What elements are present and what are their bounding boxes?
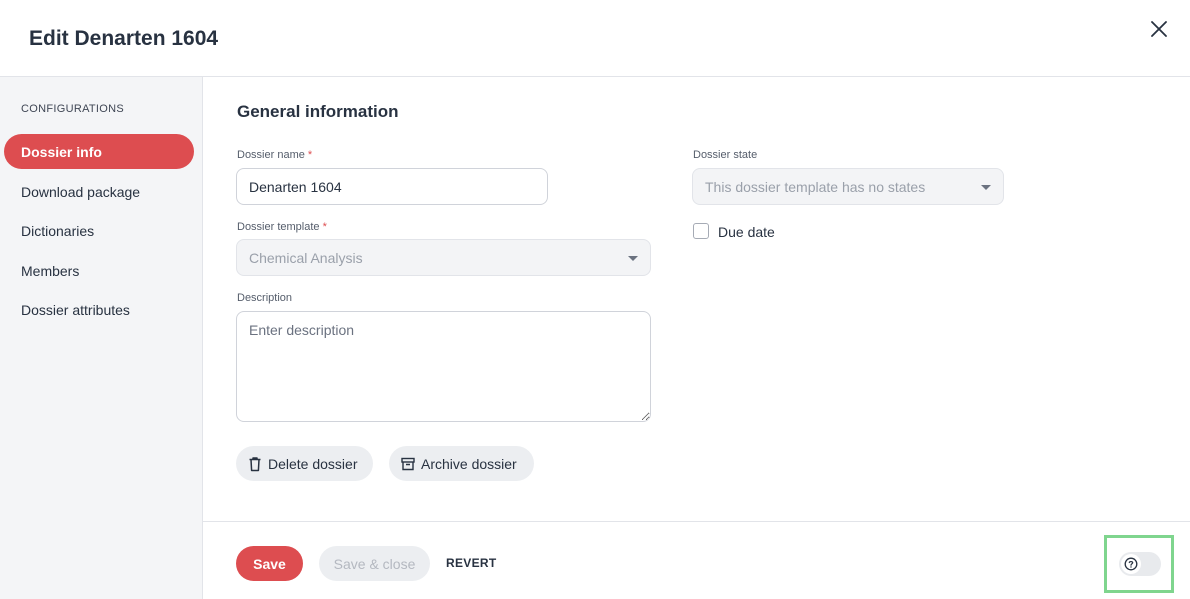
dossier-template-select[interactable]: Chemical Analysis [236, 239, 651, 276]
help-icon [1124, 557, 1138, 571]
toggle-knob [1121, 554, 1141, 574]
sidebar-item-label: Dossier info [21, 143, 102, 160]
close-icon [1151, 21, 1167, 37]
sidebar-item-download-package[interactable]: Download package [4, 174, 194, 209]
dossier-state-value: This dossier template has no states [705, 178, 926, 195]
dossier-name-label: Dossier name * [237, 149, 312, 161]
sidebar-item-label: Download package [21, 183, 141, 200]
edit-dossier-dialog: Edit Denarten 1604 CONFIGURATIONS Dossie… [0, 0, 1190, 599]
sidebar-item-dossier-attributes[interactable]: Dossier attributes [4, 292, 194, 327]
dossier-template-label: Dossier template * [237, 221, 327, 233]
help-mode-toggle[interactable] [1119, 552, 1161, 576]
trash-icon [249, 456, 261, 471]
archive-icon [401, 457, 415, 470]
sidebar-heading: CONFIGURATIONS [21, 103, 124, 115]
sidebar-item-dictionaries[interactable]: Dictionaries [4, 213, 194, 248]
dossier-state-label: Dossier state [693, 149, 758, 161]
revert-button[interactable]: REVERT [446, 556, 496, 570]
dialog-header: Edit Denarten 1604 [0, 0, 1190, 77]
chevron-down-icon [981, 185, 991, 190]
dossier-name-input[interactable] [236, 168, 548, 205]
required-mark: * [307, 149, 313, 161]
dossier-name-label-text: Dossier name [237, 149, 305, 161]
sidebar-item-label: Dossier attributes [21, 301, 130, 318]
description-label: Description [237, 292, 293, 304]
sidebar-item-members[interactable]: Members [4, 253, 194, 288]
close-button[interactable] [1145, 15, 1173, 43]
dialog-title: Edit Denarten 1604 [29, 27, 219, 50]
archive-dossier-button[interactable]: Archive dossier [389, 446, 534, 481]
sidebar-item-label: Dictionaries [21, 222, 95, 239]
section-title: General information [237, 102, 399, 121]
due-date-checkbox[interactable] [693, 223, 709, 239]
required-mark: * [322, 221, 327, 233]
dossier-template-label-text: Dossier template [237, 221, 320, 233]
archive-dossier-label: Archive dossier [421, 455, 517, 472]
save-and-close-button[interactable]: Save & close [319, 546, 430, 581]
description-textarea[interactable] [236, 311, 651, 422]
dossier-template-value: Chemical Analysis [249, 249, 363, 266]
delete-dossier-button[interactable]: Delete dossier [236, 446, 373, 481]
sidebar-item-label: Members [21, 262, 80, 279]
save-button[interactable]: Save [236, 546, 303, 581]
sidebar-item-dossier-info[interactable]: Dossier info [4, 134, 194, 169]
due-date-label: Due date [718, 224, 775, 240]
delete-dossier-label: Delete dossier [268, 455, 358, 472]
dossier-state-select[interactable]: This dossier template has no states [692, 168, 1004, 205]
chevron-down-icon [628, 256, 638, 261]
